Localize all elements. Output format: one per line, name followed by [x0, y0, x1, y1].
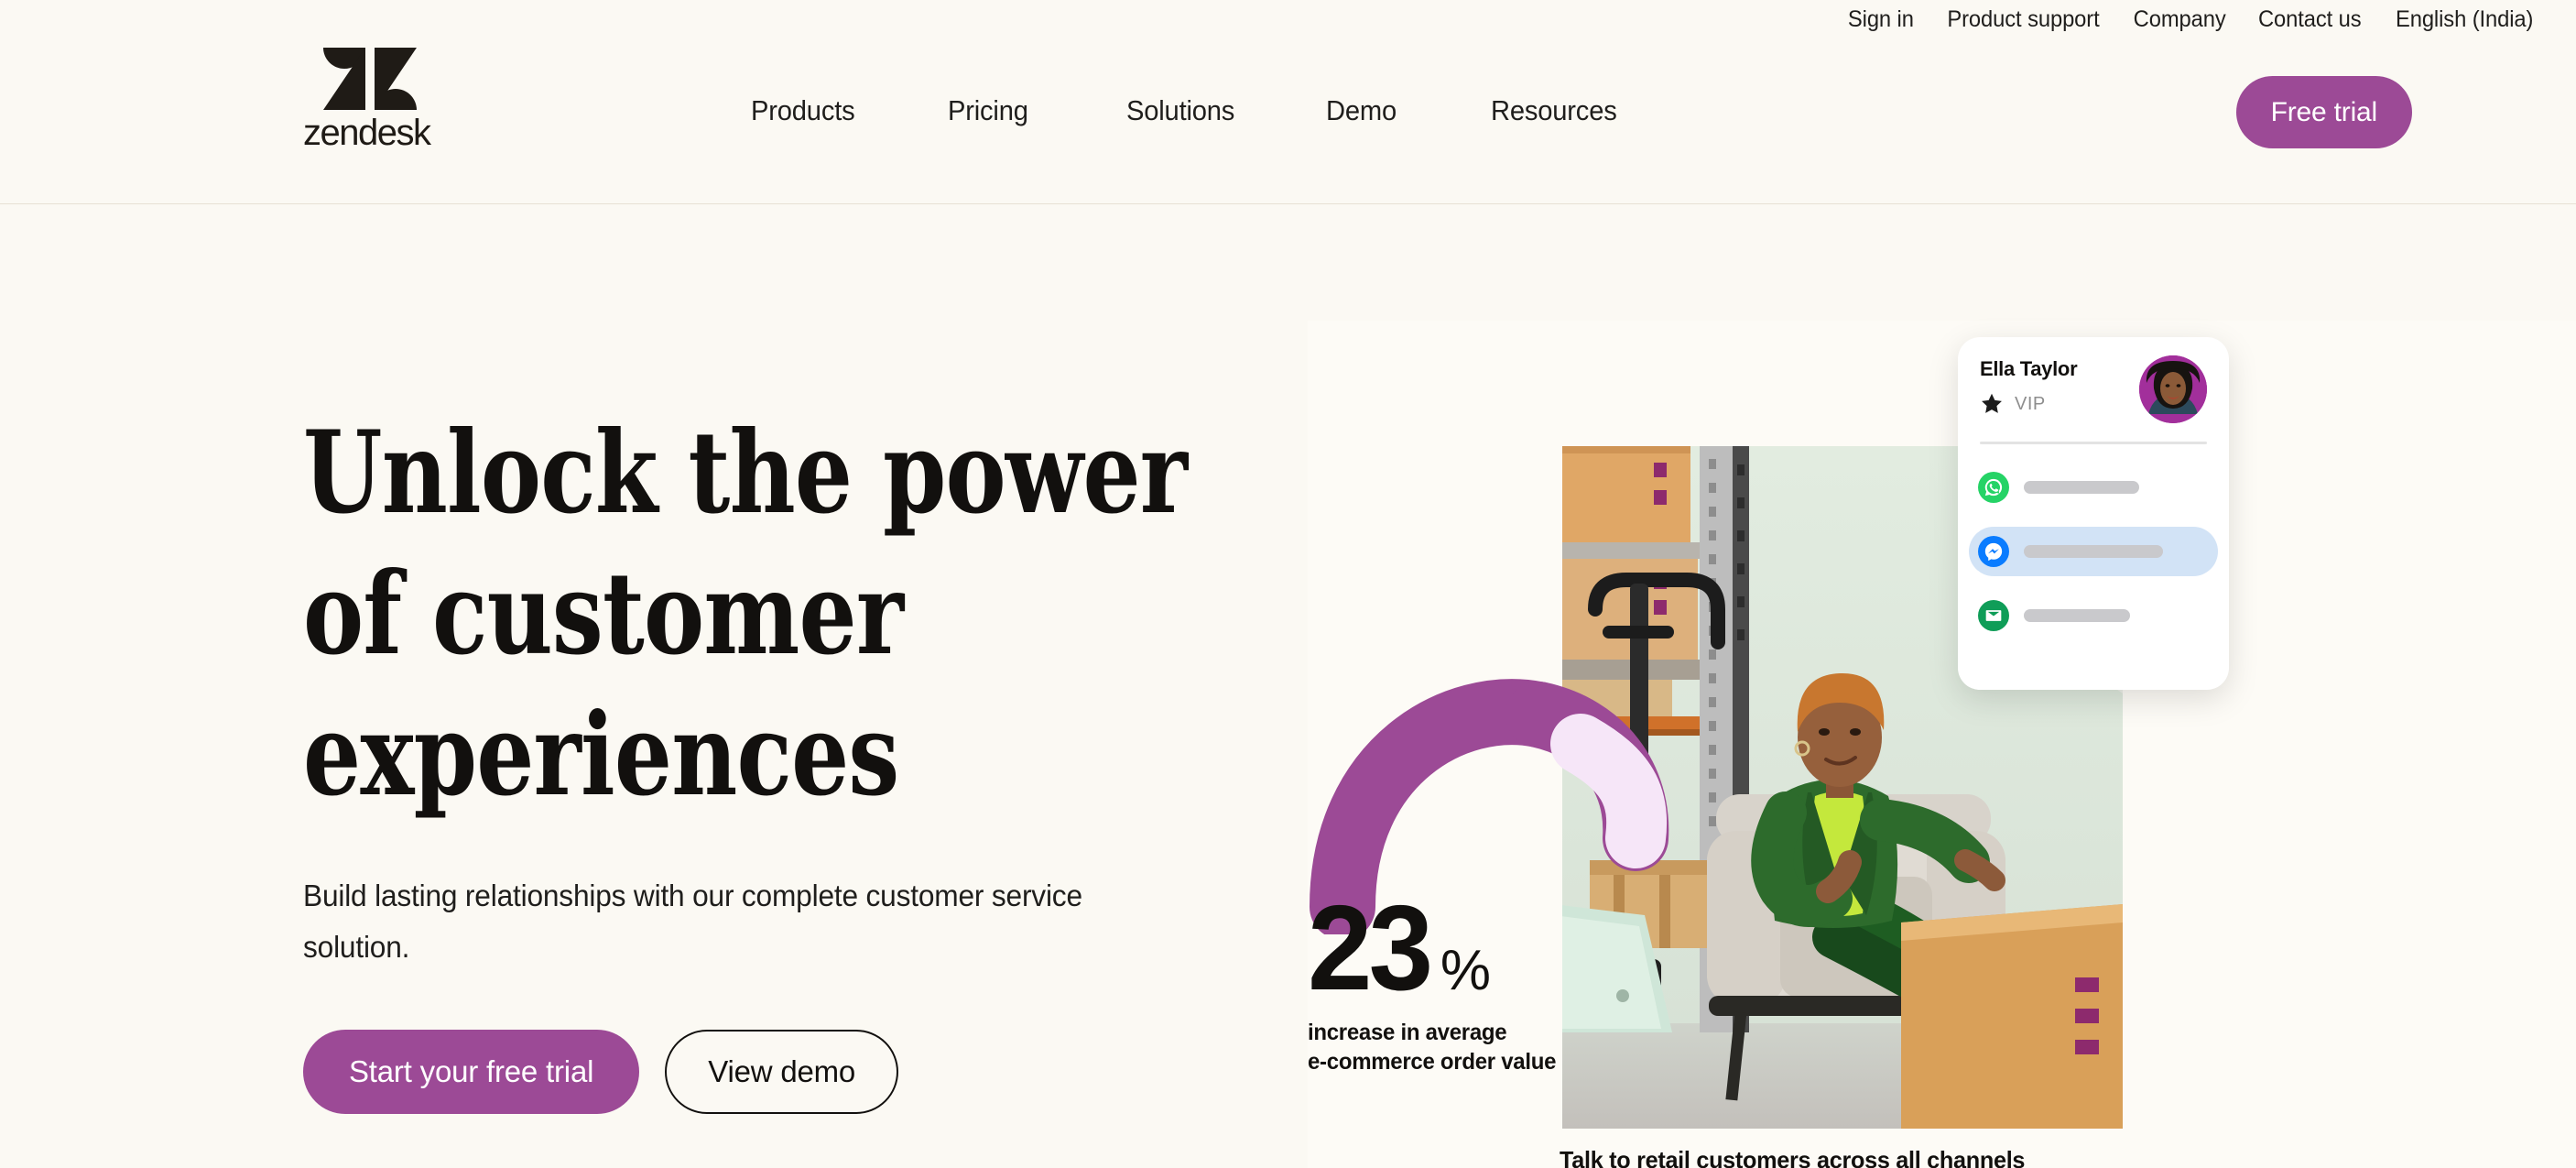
zendesk-logo-icon [323, 48, 417, 110]
customer-chat-card: Ella Taylor VIP [1958, 337, 2229, 690]
channel-message-placeholder [2024, 545, 2163, 558]
main-nav: Products Pricing Solutions Demo Resource… [751, 87, 1625, 135]
page-title: Unlock the power of customer experiences [303, 403, 1274, 826]
nav-item-pricing[interactable]: Pricing [948, 87, 1028, 135]
headline-line-3: experiences [303, 689, 899, 822]
hero-cta-row: Start your free trial View demo [303, 1030, 1274, 1114]
stat-caption: increase in average e-commerce order val… [1308, 1020, 1557, 1075]
nav-item-solutions[interactable]: Solutions [1126, 87, 1234, 135]
utility-link-company[interactable]: Company [2120, 3, 2238, 36]
utility-link-language[interactable]: English (India) [2382, 3, 2546, 36]
site-header: Sign in Product support Company Contact … [0, 0, 2576, 204]
messenger-icon [1978, 536, 2009, 567]
stat-percent-symbol: % [1440, 939, 1491, 1002]
start-free-trial-button[interactable]: Start your free trial [303, 1030, 640, 1114]
utility-link-sign-in[interactable]: Sign in [1835, 3, 1927, 36]
star-icon [1980, 392, 2004, 416]
stat-number: 23 [1308, 880, 1433, 1015]
chat-card-header: Ella Taylor VIP [1980, 355, 2207, 440]
nav-item-products[interactable]: Products [751, 87, 855, 135]
email-icon [1978, 600, 2009, 631]
zendesk-wordmark: zendesk [303, 113, 432, 153]
hero-content: Unlock the power of customer experiences… [303, 403, 1274, 1114]
zendesk-homepage-hero: Sign in Product support Company Contact … [0, 0, 2576, 1168]
stat-number-row: 23 % [1308, 880, 1582, 1015]
whatsapp-icon [1978, 472, 2009, 503]
zendesk-logo[interactable]: zendesk [303, 35, 468, 154]
utility-link-contact-us[interactable]: Contact us [2245, 3, 2375, 36]
view-demo-button[interactable]: View demo [665, 1030, 899, 1114]
channel-list [1969, 463, 2218, 640]
chat-card-divider [1980, 442, 2207, 444]
channel-message-placeholder [2024, 481, 2139, 494]
utility-link-product-support[interactable]: Product support [1934, 3, 2113, 36]
stat-block: 23 % increase in average e-commerce orde… [1308, 880, 1582, 1076]
headline-line-1: Unlock the power [303, 407, 1188, 540]
free-trial-button[interactable]: Free trial [2235, 76, 2412, 148]
channel-message-placeholder [2024, 609, 2130, 622]
hero-subtitle: Build lasting relationships with our com… [303, 879, 1082, 964]
customer-avatar [2139, 355, 2207, 423]
channel-row-whatsapp[interactable] [1969, 463, 2218, 512]
headline-line-2: of customer [303, 548, 904, 681]
vip-label: VIP [2015, 393, 2046, 414]
channel-row-email[interactable] [1969, 591, 2218, 640]
utility-nav: Sign in Product support Company Contact … [1832, 3, 2550, 36]
header-divider [0, 203, 2576, 204]
cardboard-box [1901, 904, 2123, 1129]
channel-row-messenger[interactable] [1969, 527, 2218, 576]
nav-item-resources[interactable]: Resources [1491, 87, 1617, 135]
nav-item-demo[interactable]: Demo [1326, 87, 1397, 135]
hero-photo-caption: Talk to retail customers across all chan… [1560, 1146, 2026, 1168]
